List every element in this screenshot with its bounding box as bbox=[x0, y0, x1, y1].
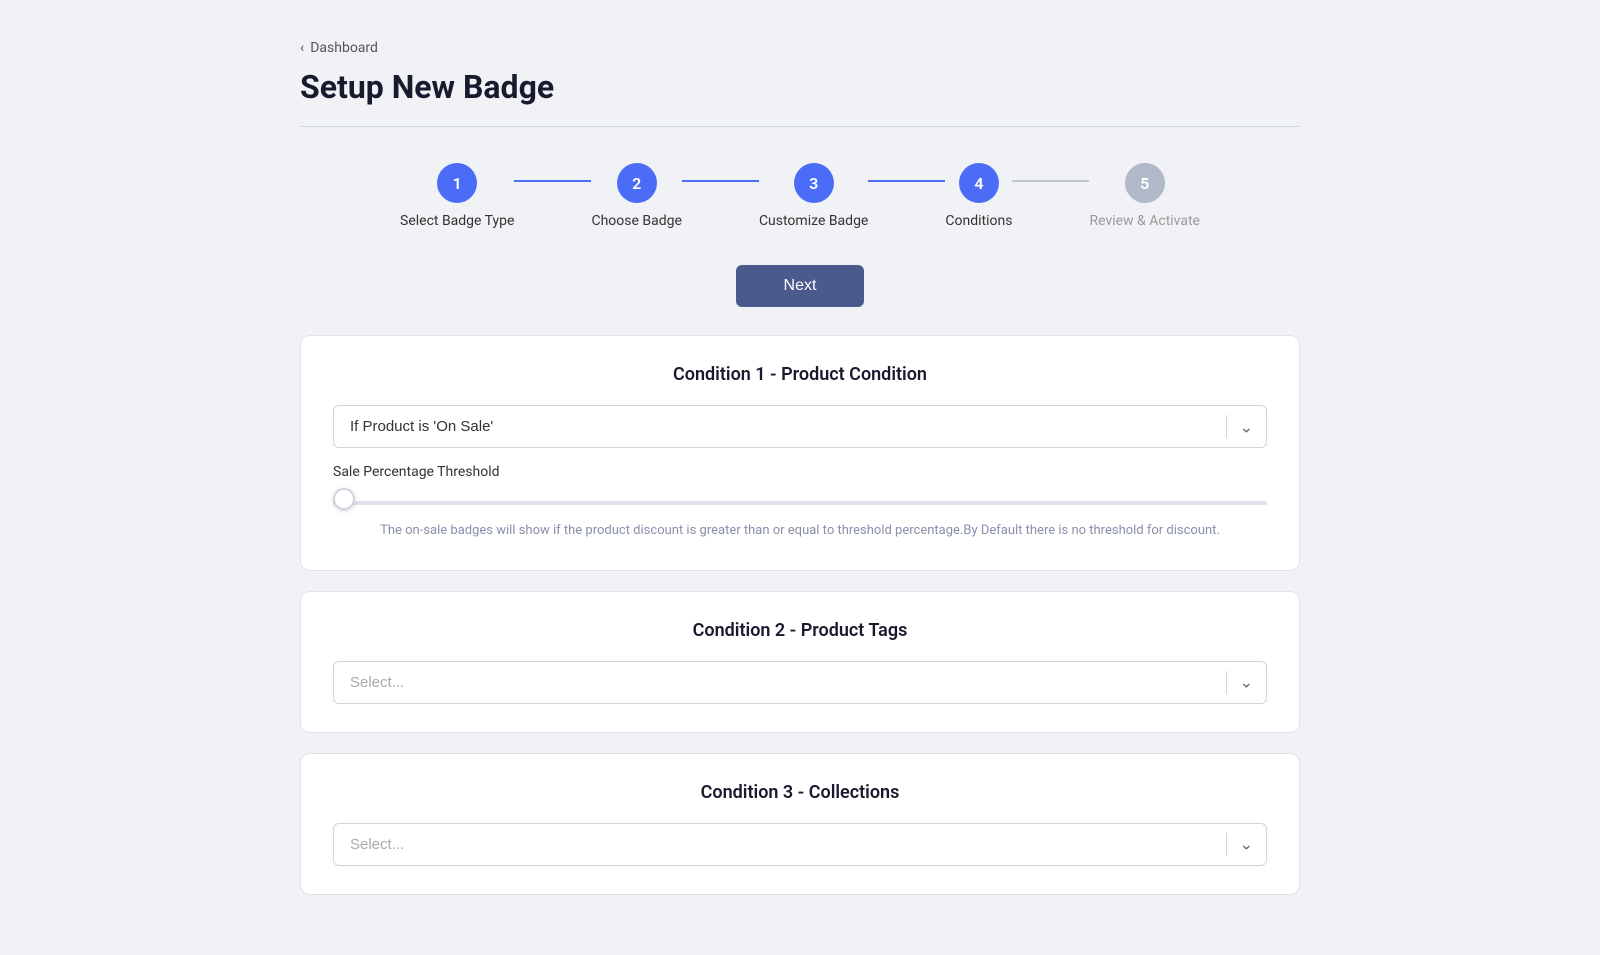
connector-4-5 bbox=[1012, 180, 1089, 182]
condition-1-title: Condition 1 - Product Condition bbox=[333, 364, 1267, 385]
condition-2-dropdown-wrapper: Select... ⌄ bbox=[333, 661, 1267, 704]
connector-3-4 bbox=[868, 180, 945, 182]
condition-2-card: Condition 2 - Product Tags Select... ⌄ bbox=[300, 591, 1300, 733]
step-1: 1 Select Badge Type bbox=[400, 163, 514, 229]
condition-1-card: Condition 1 - Product Condition If Produ… bbox=[300, 335, 1300, 571]
condition-1-dropdown[interactable]: If Product is 'On Sale' If Product is 'N… bbox=[333, 405, 1267, 448]
condition-3-card: Condition 3 - Collections Select... ⌄ bbox=[300, 753, 1300, 895]
breadcrumb[interactable]: ‹ Dashboard bbox=[300, 40, 1300, 56]
slider-info-text: The on-sale badges will show if the prod… bbox=[333, 521, 1267, 542]
stepper: 1 Select Badge Type 2 Choose Badge 3 Cus… bbox=[300, 163, 1300, 229]
condition-2-title: Condition 2 - Product Tags bbox=[333, 620, 1267, 641]
step-circle-2: 2 bbox=[617, 163, 657, 203]
page-container: ‹ Dashboard Setup New Badge 1 Select Bad… bbox=[0, 0, 1600, 955]
connector-1-2 bbox=[514, 180, 591, 182]
step-label-2: Choose Badge bbox=[591, 213, 681, 229]
stepper-row: 1 Select Badge Type 2 Choose Badge 3 Cus… bbox=[400, 163, 1200, 229]
next-button-wrapper: Next bbox=[300, 265, 1300, 307]
step-circle-5: 5 bbox=[1125, 163, 1165, 203]
sale-threshold-slider[interactable] bbox=[333, 501, 1267, 505]
dropdown-divider-3 bbox=[1226, 833, 1227, 856]
step-label-5: Review & Activate bbox=[1089, 213, 1200, 229]
slider-label: Sale Percentage Threshold bbox=[333, 464, 1267, 480]
condition-2-dropdown[interactable]: Select... bbox=[333, 661, 1267, 704]
step-label-1: Select Badge Type bbox=[400, 213, 514, 229]
step-2: 2 Choose Badge bbox=[591, 163, 681, 229]
title-divider bbox=[300, 126, 1300, 127]
step-3: 3 Customize Badge bbox=[759, 163, 868, 229]
condition-3-dropdown-wrapper: Select... ⌄ bbox=[333, 823, 1267, 866]
condition-1-dropdown-wrapper: If Product is 'On Sale' If Product is 'N… bbox=[333, 405, 1267, 448]
step-label-4: Conditions bbox=[945, 213, 1012, 229]
slider-wrapper bbox=[333, 490, 1267, 509]
step-circle-1: 1 bbox=[437, 163, 477, 203]
breadcrumb-label: Dashboard bbox=[310, 40, 378, 56]
dropdown-divider-2 bbox=[1226, 671, 1227, 694]
dropdown-divider-1 bbox=[1226, 415, 1227, 438]
next-button[interactable]: Next bbox=[736, 265, 865, 307]
step-4: 4 Conditions bbox=[945, 163, 1012, 229]
step-5: 5 Review & Activate bbox=[1089, 163, 1200, 229]
step-circle-4: 4 bbox=[959, 163, 999, 203]
step-circle-3: 3 bbox=[794, 163, 834, 203]
connector-2-3 bbox=[682, 180, 759, 182]
condition-3-dropdown[interactable]: Select... bbox=[333, 823, 1267, 866]
page-title: Setup New Badge bbox=[300, 68, 1300, 106]
step-label-3: Customize Badge bbox=[759, 213, 868, 229]
back-icon: ‹ bbox=[300, 40, 304, 56]
condition-3-title: Condition 3 - Collections bbox=[333, 782, 1267, 803]
